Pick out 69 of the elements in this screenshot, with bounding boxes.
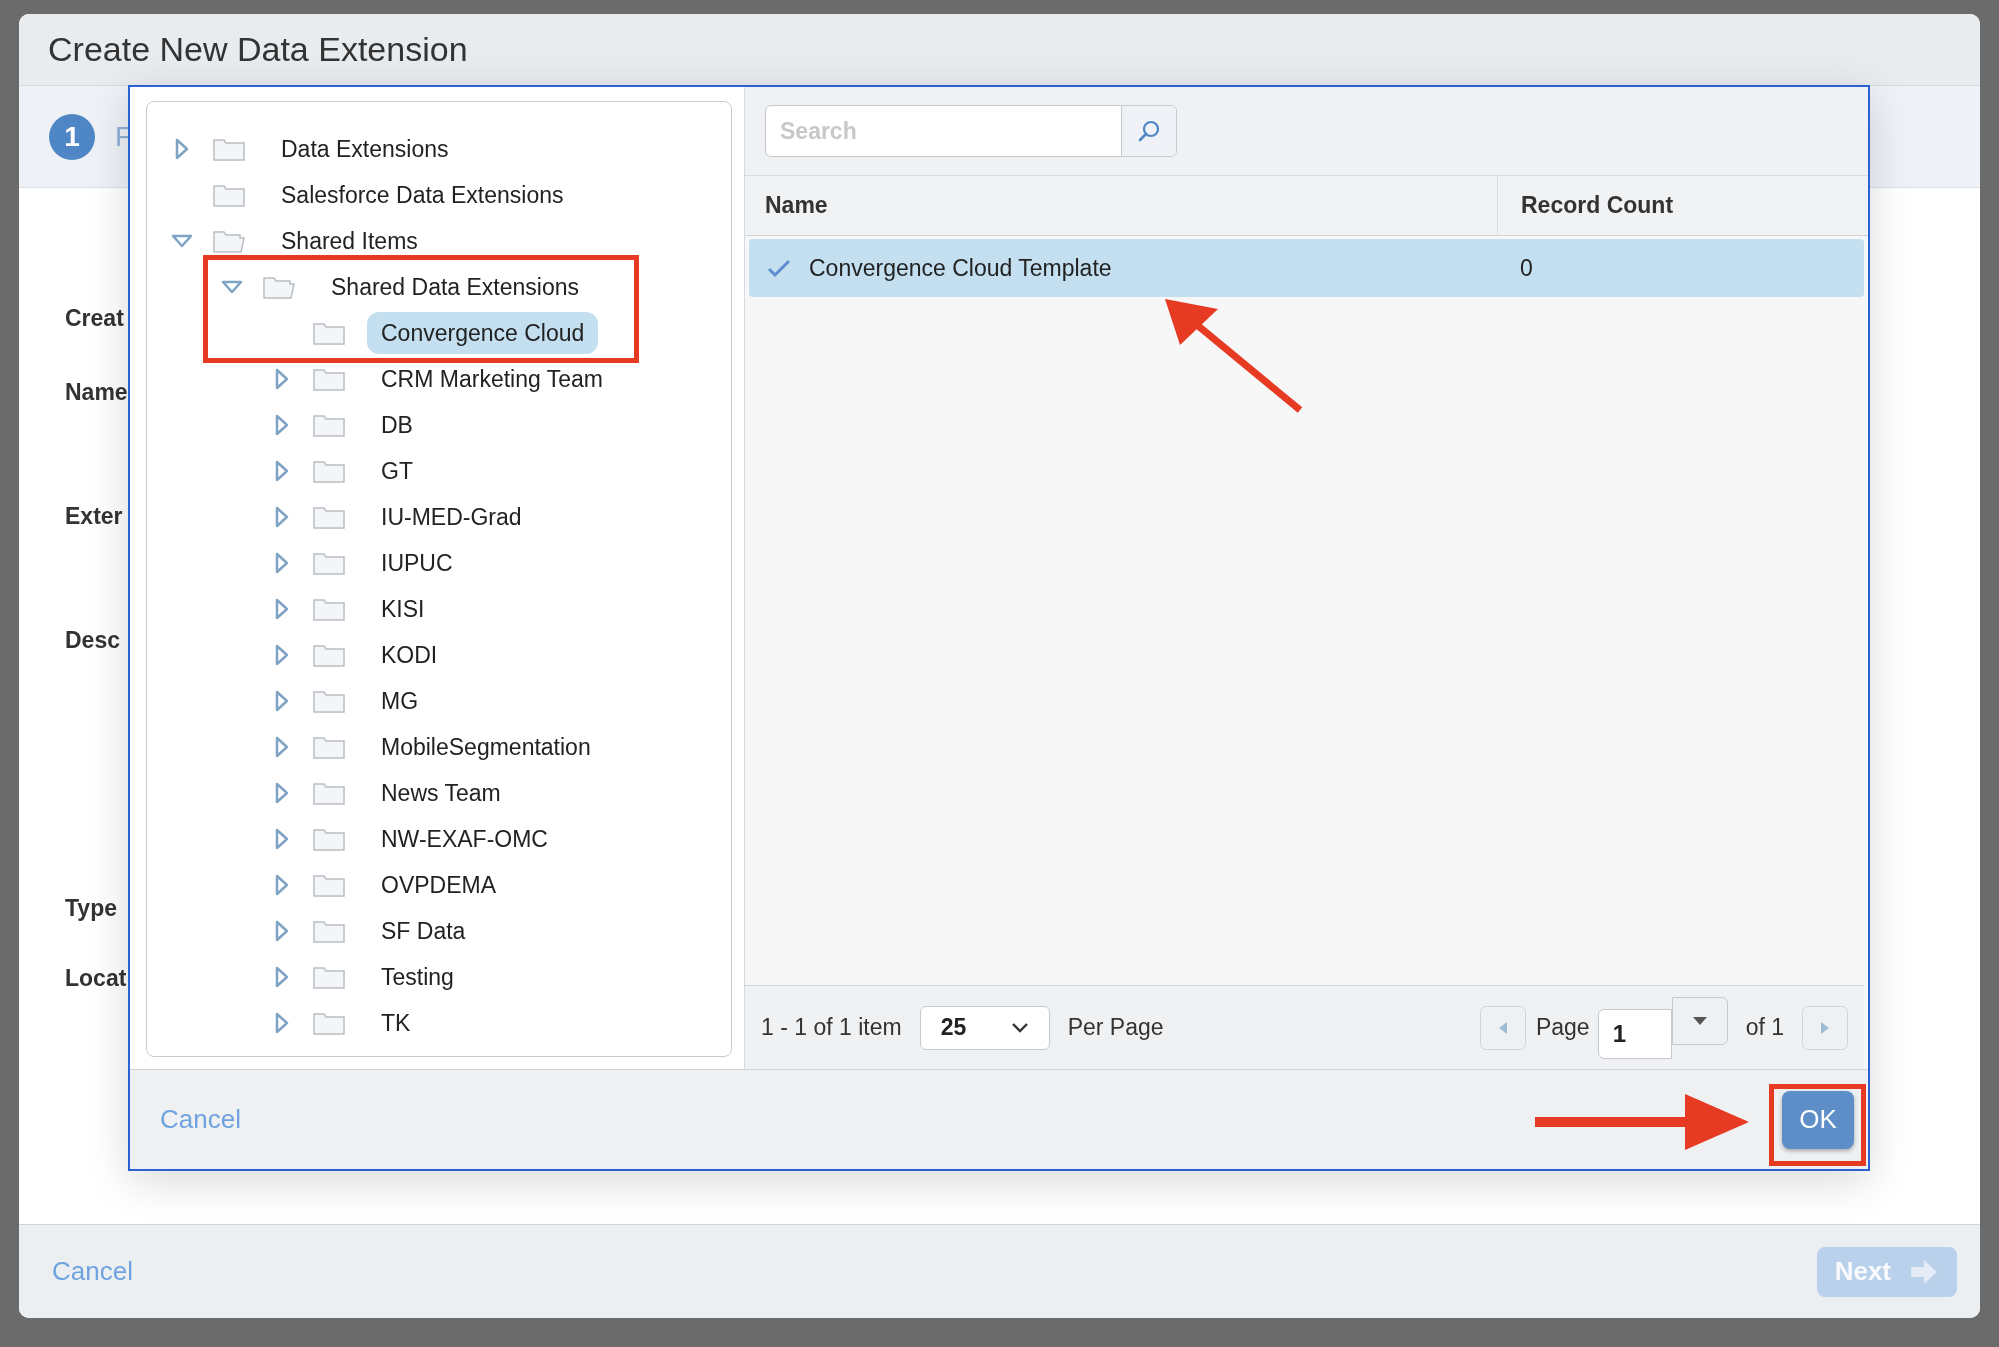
folder-icon [313, 321, 345, 345]
form-label: Name [65, 378, 128, 407]
page-field[interactable]: 1 [1597, 1008, 1672, 1059]
folder-icon [213, 137, 245, 161]
folder-icon [313, 781, 345, 805]
per-page-label: Per Page [1067, 1013, 1164, 1043]
tree-item[interactable]: GT [381, 453, 413, 489]
tree-item[interactable]: Convergence Cloud [367, 311, 599, 355]
tree-item[interactable]: Shared Data Extensions [331, 269, 580, 305]
form-label: Desc [65, 626, 120, 655]
column-header: Record Count [1497, 176, 1674, 235]
tree-item[interactable]: TK [381, 1005, 411, 1041]
tree-item[interactable]: SF Data [381, 913, 466, 949]
tree-item[interactable]: Salesforce Data Extensions [281, 177, 564, 213]
folder-icon [313, 689, 345, 713]
form-label: Type [65, 894, 117, 923]
tree-item[interactable]: Shared Items [281, 223, 418, 259]
tree-item[interactable]: CRM Marketing Team [381, 361, 603, 397]
folder-icon [313, 551, 345, 575]
folder-icon [313, 597, 345, 621]
step-number: 1 [49, 113, 95, 160]
folder-icon [313, 413, 345, 437]
table-cell-text: 0 [1519, 253, 1533, 283]
folder-icon [213, 183, 245, 207]
search-button[interactable] [1121, 106, 1176, 156]
triangle-left-icon [1497, 1020, 1508, 1035]
tree-item[interactable]: MobileSegmentation [381, 729, 591, 765]
folder-icon [313, 643, 345, 667]
dialog-title: Create New Data Extension [48, 29, 468, 70]
folder-icon [313, 735, 345, 759]
open-folder-icon [213, 229, 245, 253]
caret-down-icon [1691, 1015, 1708, 1026]
folder-icon [313, 459, 345, 483]
form-label: Locat [65, 964, 127, 993]
arrow-right-icon [1909, 1257, 1939, 1286]
triangle-right-icon [1820, 1020, 1830, 1035]
tree-item[interactable]: DB [381, 407, 413, 443]
page-total: of 1 [1745, 1013, 1784, 1043]
page-dropdown-button[interactable] [1671, 996, 1728, 1045]
form-label: Creat [65, 304, 124, 333]
open-folder-icon [263, 275, 295, 299]
folder-icon [313, 827, 345, 851]
tree-item[interactable]: KISI [381, 591, 425, 627]
tree-item[interactable]: NW-EXAF-OMC [381, 821, 548, 857]
column-header: Name [764, 191, 829, 221]
tree-item[interactable]: IU-MED-Grad [381, 499, 522, 535]
form-label: Exter [65, 502, 123, 531]
tree-item[interactable]: MG [381, 683, 419, 719]
page-label: Page [1535, 1013, 1590, 1043]
chevron-down-icon [1010, 1021, 1029, 1034]
tree-item[interactable]: Testing [381, 959, 454, 995]
folder-icon [313, 1011, 345, 1035]
tree-item[interactable]: Data Extensions [281, 131, 449, 167]
item-count: 1 - 1 of 1 item [761, 1013, 902, 1043]
table-row[interactable]: Convergence Cloud Template 0 [749, 239, 1864, 297]
tree-item[interactable]: KODI [381, 637, 438, 673]
per-page-select[interactable]: 25 [919, 1005, 1050, 1050]
folder-icon [313, 505, 345, 529]
folder-icon [313, 873, 345, 897]
folder-icon [313, 965, 345, 989]
folder-icon [313, 367, 345, 391]
search-icon[interactable] [1137, 119, 1161, 143]
table-cell-text: Convergence Cloud Template [809, 253, 1113, 283]
tree-item[interactable]: OVPDEMA [381, 867, 497, 903]
previous-page-button[interactable] [1479, 1005, 1526, 1050]
next-page-button[interactable] [1802, 1005, 1848, 1050]
tree-item[interactable]: IUPUC [381, 545, 453, 581]
folder-icon [313, 919, 345, 943]
tree-item[interactable]: News Team [381, 775, 501, 811]
